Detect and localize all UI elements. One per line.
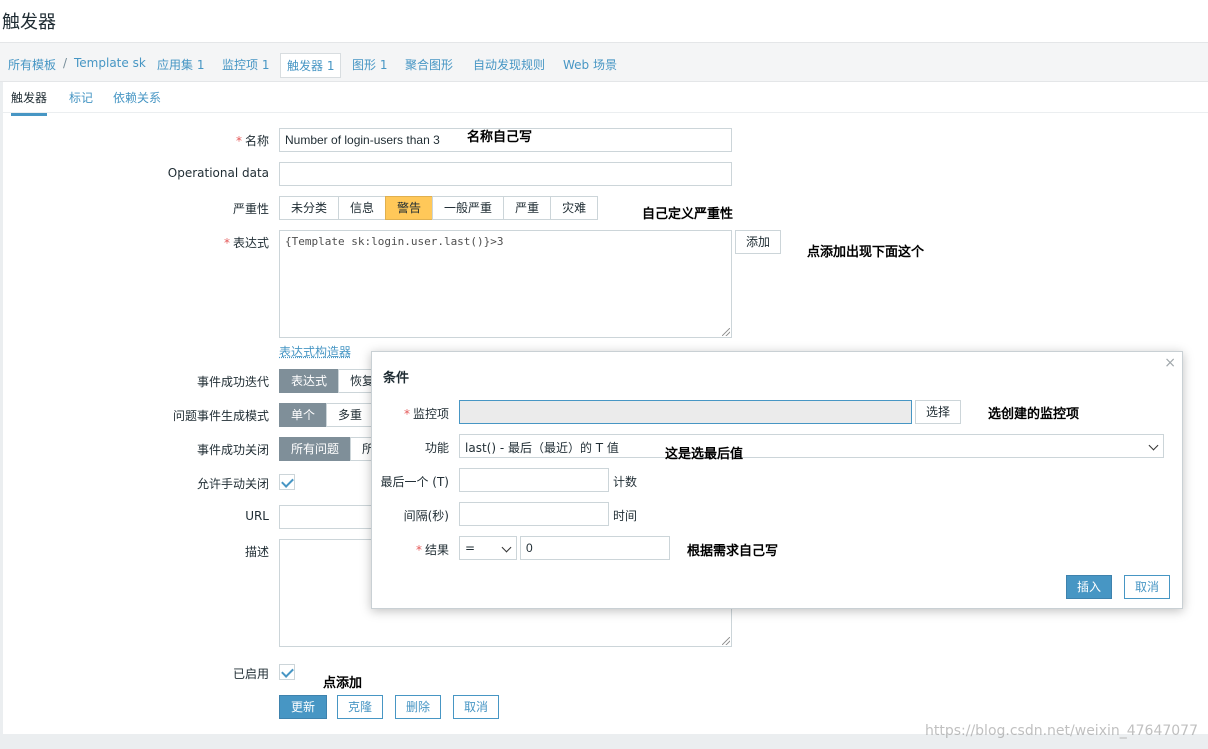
manual-close-checkbox[interactable] bbox=[279, 474, 295, 490]
breadcrumb-template[interactable]: Template sk bbox=[74, 56, 146, 70]
result-operator-select[interactable]: = bbox=[459, 536, 517, 560]
tab-trigger[interactable]: 触发器 bbox=[11, 89, 48, 116]
severity-selector: 未分类 信息 警告 一般严重 严重 灾难 bbox=[279, 196, 599, 220]
select-item-button[interactable]: 选择 bbox=[915, 400, 962, 424]
breadcrumb-applications[interactable]: 应用集 1 bbox=[157, 56, 204, 73]
severity-disaster[interactable]: 灾难 bbox=[550, 196, 599, 220]
problem-mode-single[interactable]: 单个 bbox=[279, 403, 328, 427]
breadcrumb-items-count: 1 bbox=[261, 58, 270, 72]
breadcrumb: 所有模板 / Template sk 应用集 1 监控项 1 触发器 1 图形 … bbox=[0, 42, 1208, 82]
interval-input[interactable] bbox=[459, 502, 609, 526]
annotation-add: 点添加出现下面这个 bbox=[807, 245, 925, 260]
enabled-label: 已启用 bbox=[232, 667, 269, 681]
breadcrumb-applications-label: 应用集 bbox=[157, 58, 194, 72]
expression-label-text: 表达式 bbox=[232, 236, 269, 250]
problem-mode-multiple[interactable]: 多重 bbox=[326, 403, 375, 427]
expression-label: * 表达式 bbox=[223, 236, 269, 250]
annotation-item: 选创建的监控项 bbox=[988, 407, 1080, 422]
description-label: 描述 bbox=[244, 545, 269, 559]
breadcrumb-web[interactable]: Web 场景 bbox=[563, 56, 617, 73]
breadcrumb-graphs[interactable]: 图形 1 bbox=[352, 56, 387, 73]
result-label-text: 结果 bbox=[424, 543, 449, 557]
breadcrumb-applications-count: 1 bbox=[196, 58, 205, 72]
severity-label: 严重性 bbox=[232, 202, 269, 216]
annotation-enable: 点添加 bbox=[323, 676, 363, 691]
breadcrumb-graphs-label: 图形 bbox=[352, 58, 377, 72]
expression-textarea[interactable]: {Template sk:login.user.last()}>3 bbox=[279, 230, 732, 338]
last-t-unit: 计数 bbox=[613, 475, 638, 489]
breadcrumb-discovery[interactable]: 自动发现规则 bbox=[473, 56, 545, 73]
cancel-button[interactable]: 取消 bbox=[453, 695, 500, 719]
last-t-input[interactable] bbox=[459, 468, 609, 492]
expression-value: {Template sk:login.user.last()}>3 bbox=[285, 235, 504, 248]
condition-dialog: 条件 × * 监控项 选择 功能 last() - 最后（最近）的 T 值 最后一… bbox=[371, 351, 1183, 609]
resize-grip-icon[interactable] bbox=[722, 637, 730, 645]
insert-button[interactable]: 插入 bbox=[1066, 575, 1113, 599]
result-value-input[interactable]: 0 bbox=[520, 536, 670, 560]
annotation-function: 这是选最后值 bbox=[665, 447, 744, 462]
name-label: * 名称 bbox=[235, 134, 269, 148]
chevron-down-icon bbox=[501, 542, 512, 553]
tab-dependencies[interactable]: 依赖关系 bbox=[113, 89, 161, 106]
ok-close-label: 事件成功关闭 bbox=[196, 443, 269, 457]
result-label: * 结果 bbox=[415, 543, 449, 557]
condition-dialog-title: 条件 bbox=[383, 371, 410, 386]
item-label-text: 监控项 bbox=[412, 407, 449, 421]
watermark: https://blog.csdn.net/weixin_47647077 bbox=[924, 723, 1198, 739]
annotation-name: 名称自己写 bbox=[467, 130, 533, 145]
severity-not-classified[interactable]: 未分类 bbox=[279, 196, 340, 220]
breadcrumb-all-templates[interactable]: 所有模板 bbox=[8, 56, 56, 73]
breadcrumb-triggers-count: 1 bbox=[326, 59, 335, 73]
expression-constructor-link[interactable]: 表达式构造器 bbox=[279, 343, 351, 360]
annotation-severity: 自己定义严重性 bbox=[642, 207, 734, 222]
tab-tags[interactable]: 标记 bbox=[69, 89, 93, 106]
breadcrumb-screens[interactable]: 聚合图形 bbox=[405, 56, 453, 73]
form-tabs: 触发器 标记 依赖关系 bbox=[3, 82, 1208, 116]
severity-information[interactable]: 信息 bbox=[338, 196, 387, 220]
close-icon[interactable]: × bbox=[1164, 355, 1176, 371]
opdata-input[interactable] bbox=[279, 162, 732, 186]
url-input[interactable] bbox=[279, 505, 379, 529]
ok-event-label: 事件成功迭代 bbox=[196, 375, 269, 389]
update-button[interactable]: 更新 bbox=[279, 695, 328, 719]
modal-cancel-button[interactable]: 取消 bbox=[1124, 575, 1171, 599]
clone-button[interactable]: 克隆 bbox=[337, 695, 384, 719]
item-input[interactable] bbox=[459, 400, 912, 424]
breadcrumb-items-label: 监控项 bbox=[222, 58, 259, 72]
breadcrumb-triggers-label: 触发器 bbox=[287, 59, 324, 73]
enabled-checkbox[interactable] bbox=[279, 664, 295, 680]
resize-grip-icon[interactable] bbox=[722, 328, 730, 336]
name-label-text: 名称 bbox=[244, 134, 269, 148]
last-t-label: 最后一个 (T) bbox=[380, 475, 449, 489]
manual-close-label: 允许手动关闭 bbox=[196, 477, 269, 491]
severity-high[interactable]: 严重 bbox=[503, 196, 552, 220]
ok-event-expression[interactable]: 表达式 bbox=[279, 369, 340, 393]
function-label: 功能 bbox=[424, 441, 449, 455]
page-title: 触发器 bbox=[2, 12, 56, 33]
ok-close-all-problems[interactable]: 所有问题 bbox=[279, 437, 352, 461]
result-operator-value: = bbox=[465, 541, 476, 555]
problem-mode-label: 问题事件生成模式 bbox=[172, 409, 269, 423]
severity-warning[interactable]: 警告 bbox=[385, 196, 434, 220]
problem-mode-selector: 单个 多重 bbox=[279, 403, 375, 427]
annotation-result: 根据需求自己写 bbox=[687, 544, 779, 559]
function-select[interactable]: last() - 最后（最近）的 T 值 bbox=[459, 434, 1164, 458]
function-select-value: last() - 最后（最近）的 T 值 bbox=[465, 441, 619, 455]
breadcrumb-separator: / bbox=[63, 56, 68, 70]
interval-label: 间隔(秒) bbox=[403, 509, 449, 523]
delete-button[interactable]: 删除 bbox=[395, 695, 442, 719]
item-label: * 监控项 bbox=[403, 407, 449, 421]
interval-unit: 时间 bbox=[613, 509, 638, 523]
breadcrumb-triggers[interactable]: 触发器 1 bbox=[280, 53, 342, 78]
severity-average[interactable]: 一般严重 bbox=[432, 196, 505, 220]
breadcrumb-items[interactable]: 监控项 1 bbox=[222, 56, 269, 73]
add-expression-button[interactable]: 添加 bbox=[735, 230, 782, 254]
page-header bbox=[0, 0, 1208, 42]
chevron-down-icon bbox=[1148, 440, 1159, 451]
opdata-label: Operational data bbox=[167, 166, 269, 180]
breadcrumb-graphs-count: 1 bbox=[379, 58, 388, 72]
url-label: URL bbox=[245, 509, 269, 523]
